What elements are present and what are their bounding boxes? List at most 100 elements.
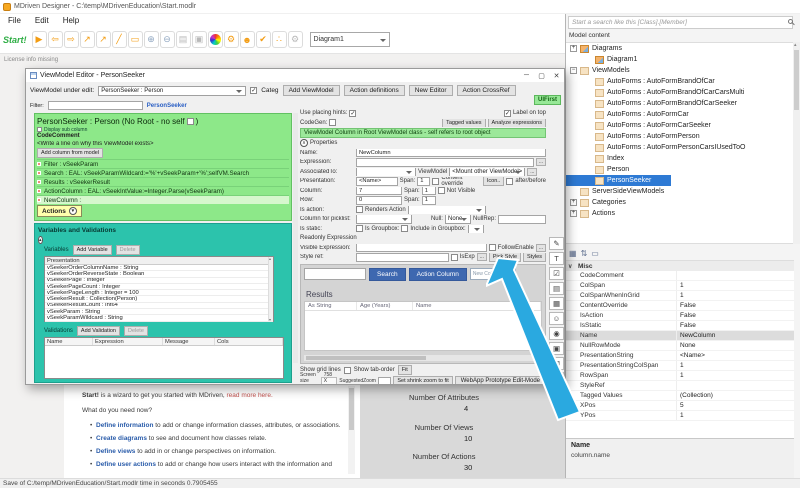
associations-icon[interactable]: ∴ xyxy=(272,31,287,48)
zoom-in-icon[interactable]: ⊕ xyxy=(144,31,159,48)
tree-item[interactable]: + Actions xyxy=(566,208,635,219)
menu-help[interactable]: Help xyxy=(63,16,79,25)
tree-item[interactable]: + Diagrams xyxy=(566,43,642,54)
use-placing-hints-checkbox[interactable] xyxy=(349,110,356,117)
maximize-icon[interactable]: ▢ xyxy=(534,70,549,82)
renders-action-select[interactable] xyxy=(408,206,486,215)
results-col-asstring[interactable]: As String xyxy=(305,302,357,310)
tree-item[interactable]: AutoForms : AutoFormBrandOfCar xyxy=(566,76,735,87)
variables-scrollbar[interactable] xyxy=(268,257,273,321)
variable-item[interactable]: vSeekParamWildcard : String xyxy=(45,315,273,321)
include-groupbox-checkbox[interactable] xyxy=(401,225,408,232)
follow-enable-checkbox[interactable] xyxy=(489,244,496,251)
expression-ellipsis-button[interactable]: ... xyxy=(536,158,546,166)
tree-expander-icon[interactable] xyxy=(585,133,592,140)
property-value[interactable]: False xyxy=(676,301,794,310)
validate-icon[interactable]: ✔ xyxy=(256,31,271,48)
palette-widget-icon[interactable]: ✎ xyxy=(549,237,564,250)
preview-filter-input[interactable] xyxy=(304,268,366,280)
add-validation-button[interactable]: Add Validation xyxy=(77,326,120,336)
property-row[interactable]: IsStatic False xyxy=(566,321,794,331)
property-row[interactable]: ContentOverride False xyxy=(566,301,794,311)
property-value[interactable]: None xyxy=(676,341,794,350)
tree-expander-icon[interactable] xyxy=(585,78,592,85)
visible-ellipsis-button[interactable]: ... xyxy=(536,244,546,252)
property-value[interactable]: (Collection) xyxy=(676,391,794,400)
document-scroll-thumb[interactable] xyxy=(349,388,354,430)
panel-scrollbar[interactable] xyxy=(293,113,298,363)
visible-expression-input[interactable] xyxy=(356,244,487,253)
associatedto-select[interactable] xyxy=(356,168,416,177)
suggested-zoom-input[interactable] xyxy=(378,377,391,386)
tree-item[interactable]: Person xyxy=(566,164,649,175)
preview-search-button[interactable]: Search xyxy=(369,268,406,281)
display-sub-checkbox[interactable] xyxy=(37,127,42,132)
validations-col-message[interactable]: Message xyxy=(163,338,215,345)
tree-item[interactable]: AutoForms : AutoFormPersonCarsIUsedToO xyxy=(566,142,766,153)
picklist-select[interactable] xyxy=(356,215,412,224)
property-value[interactable]: False xyxy=(676,311,794,320)
property-row[interactable]: RowSpan 1 xyxy=(566,371,794,381)
action-definitions-button[interactable]: Action definitions xyxy=(344,85,405,96)
property-row[interactable]: ColSpanWhenInGrid 1 xyxy=(566,291,794,301)
content-override-checkbox[interactable] xyxy=(432,178,439,185)
shrink-zoom-button[interactable]: Set shrink zoom to fit xyxy=(393,376,452,385)
gears-icon[interactable]: ⚙ xyxy=(224,31,239,48)
property-value[interactable]: 1 xyxy=(676,371,794,380)
tree-item[interactable]: AutoForms : AutoFormBrandOfCarCarsMulti xyxy=(566,87,764,98)
not-visible-checkbox[interactable] xyxy=(438,187,445,194)
codegen-checkbox[interactable] xyxy=(329,119,336,126)
layers-icon[interactable]: ▣ xyxy=(192,31,207,48)
row-input[interactable]: 0 xyxy=(356,196,402,205)
mount-viewmodel-select[interactable]: <Mount other ViewModel> xyxy=(449,168,525,177)
property-row[interactable]: YPos 1 xyxy=(566,411,794,421)
collapse-toggle-icon[interactable]: ∧ xyxy=(300,139,308,147)
chevron-down-icon[interactable]: ▾ xyxy=(69,207,77,215)
property-pages-icon[interactable]: ▭ xyxy=(591,249,599,258)
bullet-link[interactable]: Define user actions xyxy=(96,461,156,468)
delete-variable-button[interactable]: Delete xyxy=(116,245,140,255)
presentation-input[interactable]: <Name> xyxy=(356,177,398,186)
property-value[interactable]: 1 xyxy=(676,281,794,290)
tree-item[interactable]: Diagram1 xyxy=(566,54,657,65)
actions-button[interactable]: Actions▾ xyxy=(37,205,82,217)
minimize-icon[interactable]: ─ xyxy=(519,70,534,82)
tree-scroll-thumb[interactable] xyxy=(794,50,799,110)
viewmodel-select[interactable]: PersonSeeker : Person xyxy=(98,86,246,96)
preview-action-column-button[interactable]: Action Column xyxy=(409,268,467,281)
isexp-checkbox[interactable] xyxy=(451,254,458,261)
viewmodel-column-row[interactable]: ActionColumn : EAL: vSeekIntValue:=Integ… xyxy=(37,186,289,195)
tree-item[interactable]: AutoForms : AutoFormPerson xyxy=(566,131,720,142)
add-variable-button[interactable]: Add Variable xyxy=(73,245,112,255)
bullet-link[interactable]: Define information xyxy=(96,422,153,429)
nav-forward-icon[interactable]: ⇨ xyxy=(64,31,79,48)
property-value[interactable]: 1 xyxy=(676,411,794,420)
tree-expander-icon[interactable] xyxy=(585,177,592,184)
run-icon[interactable]: ▶ xyxy=(32,31,47,48)
mount-ellipsis-button[interactable]: ... xyxy=(527,168,537,176)
results-col-age[interactable]: Age (Years) xyxy=(357,302,413,310)
tree-expander-icon[interactable]: + xyxy=(570,210,577,217)
renders-action-checkbox[interactable] xyxy=(356,206,363,213)
viewmodel-column-row[interactable]: Search : EAL: vSeekParamWildcard:='%'+vS… xyxy=(37,168,289,177)
tree-expander-icon[interactable] xyxy=(585,122,592,129)
property-row[interactable]: ColSpan 1 xyxy=(566,281,794,291)
tagged-values-button[interactable]: Tagged values xyxy=(442,119,485,128)
dialog-titlebar[interactable]: ViewModel Editor - PersonSeeker ─ ▢ ✕ xyxy=(26,69,564,82)
settings-icon[interactable]: ⚙ xyxy=(288,31,303,48)
variables-list-header[interactable]: Presentation xyxy=(45,257,273,265)
property-row[interactable]: IsAction False xyxy=(566,311,794,321)
tree-expander-icon[interactable]: − xyxy=(570,67,577,74)
action-crossref-button[interactable]: Action CrossRef xyxy=(457,85,516,96)
model-search-input[interactable] xyxy=(568,16,793,29)
tree-scrollbar[interactable] xyxy=(793,42,800,244)
property-row[interactable]: CodeComment xyxy=(566,271,794,281)
property-value[interactable]: 5 xyxy=(676,401,794,410)
tree-item[interactable]: Index xyxy=(566,153,644,164)
property-value[interactable] xyxy=(676,381,794,390)
users-icon[interactable]: ☻ xyxy=(240,31,255,48)
column-input[interactable]: 7 xyxy=(356,187,402,196)
tree-expander-icon[interactable] xyxy=(585,166,592,173)
property-row[interactable]: NullRowMode None xyxy=(566,341,794,351)
new-editor-button[interactable]: New Editor xyxy=(409,85,453,96)
